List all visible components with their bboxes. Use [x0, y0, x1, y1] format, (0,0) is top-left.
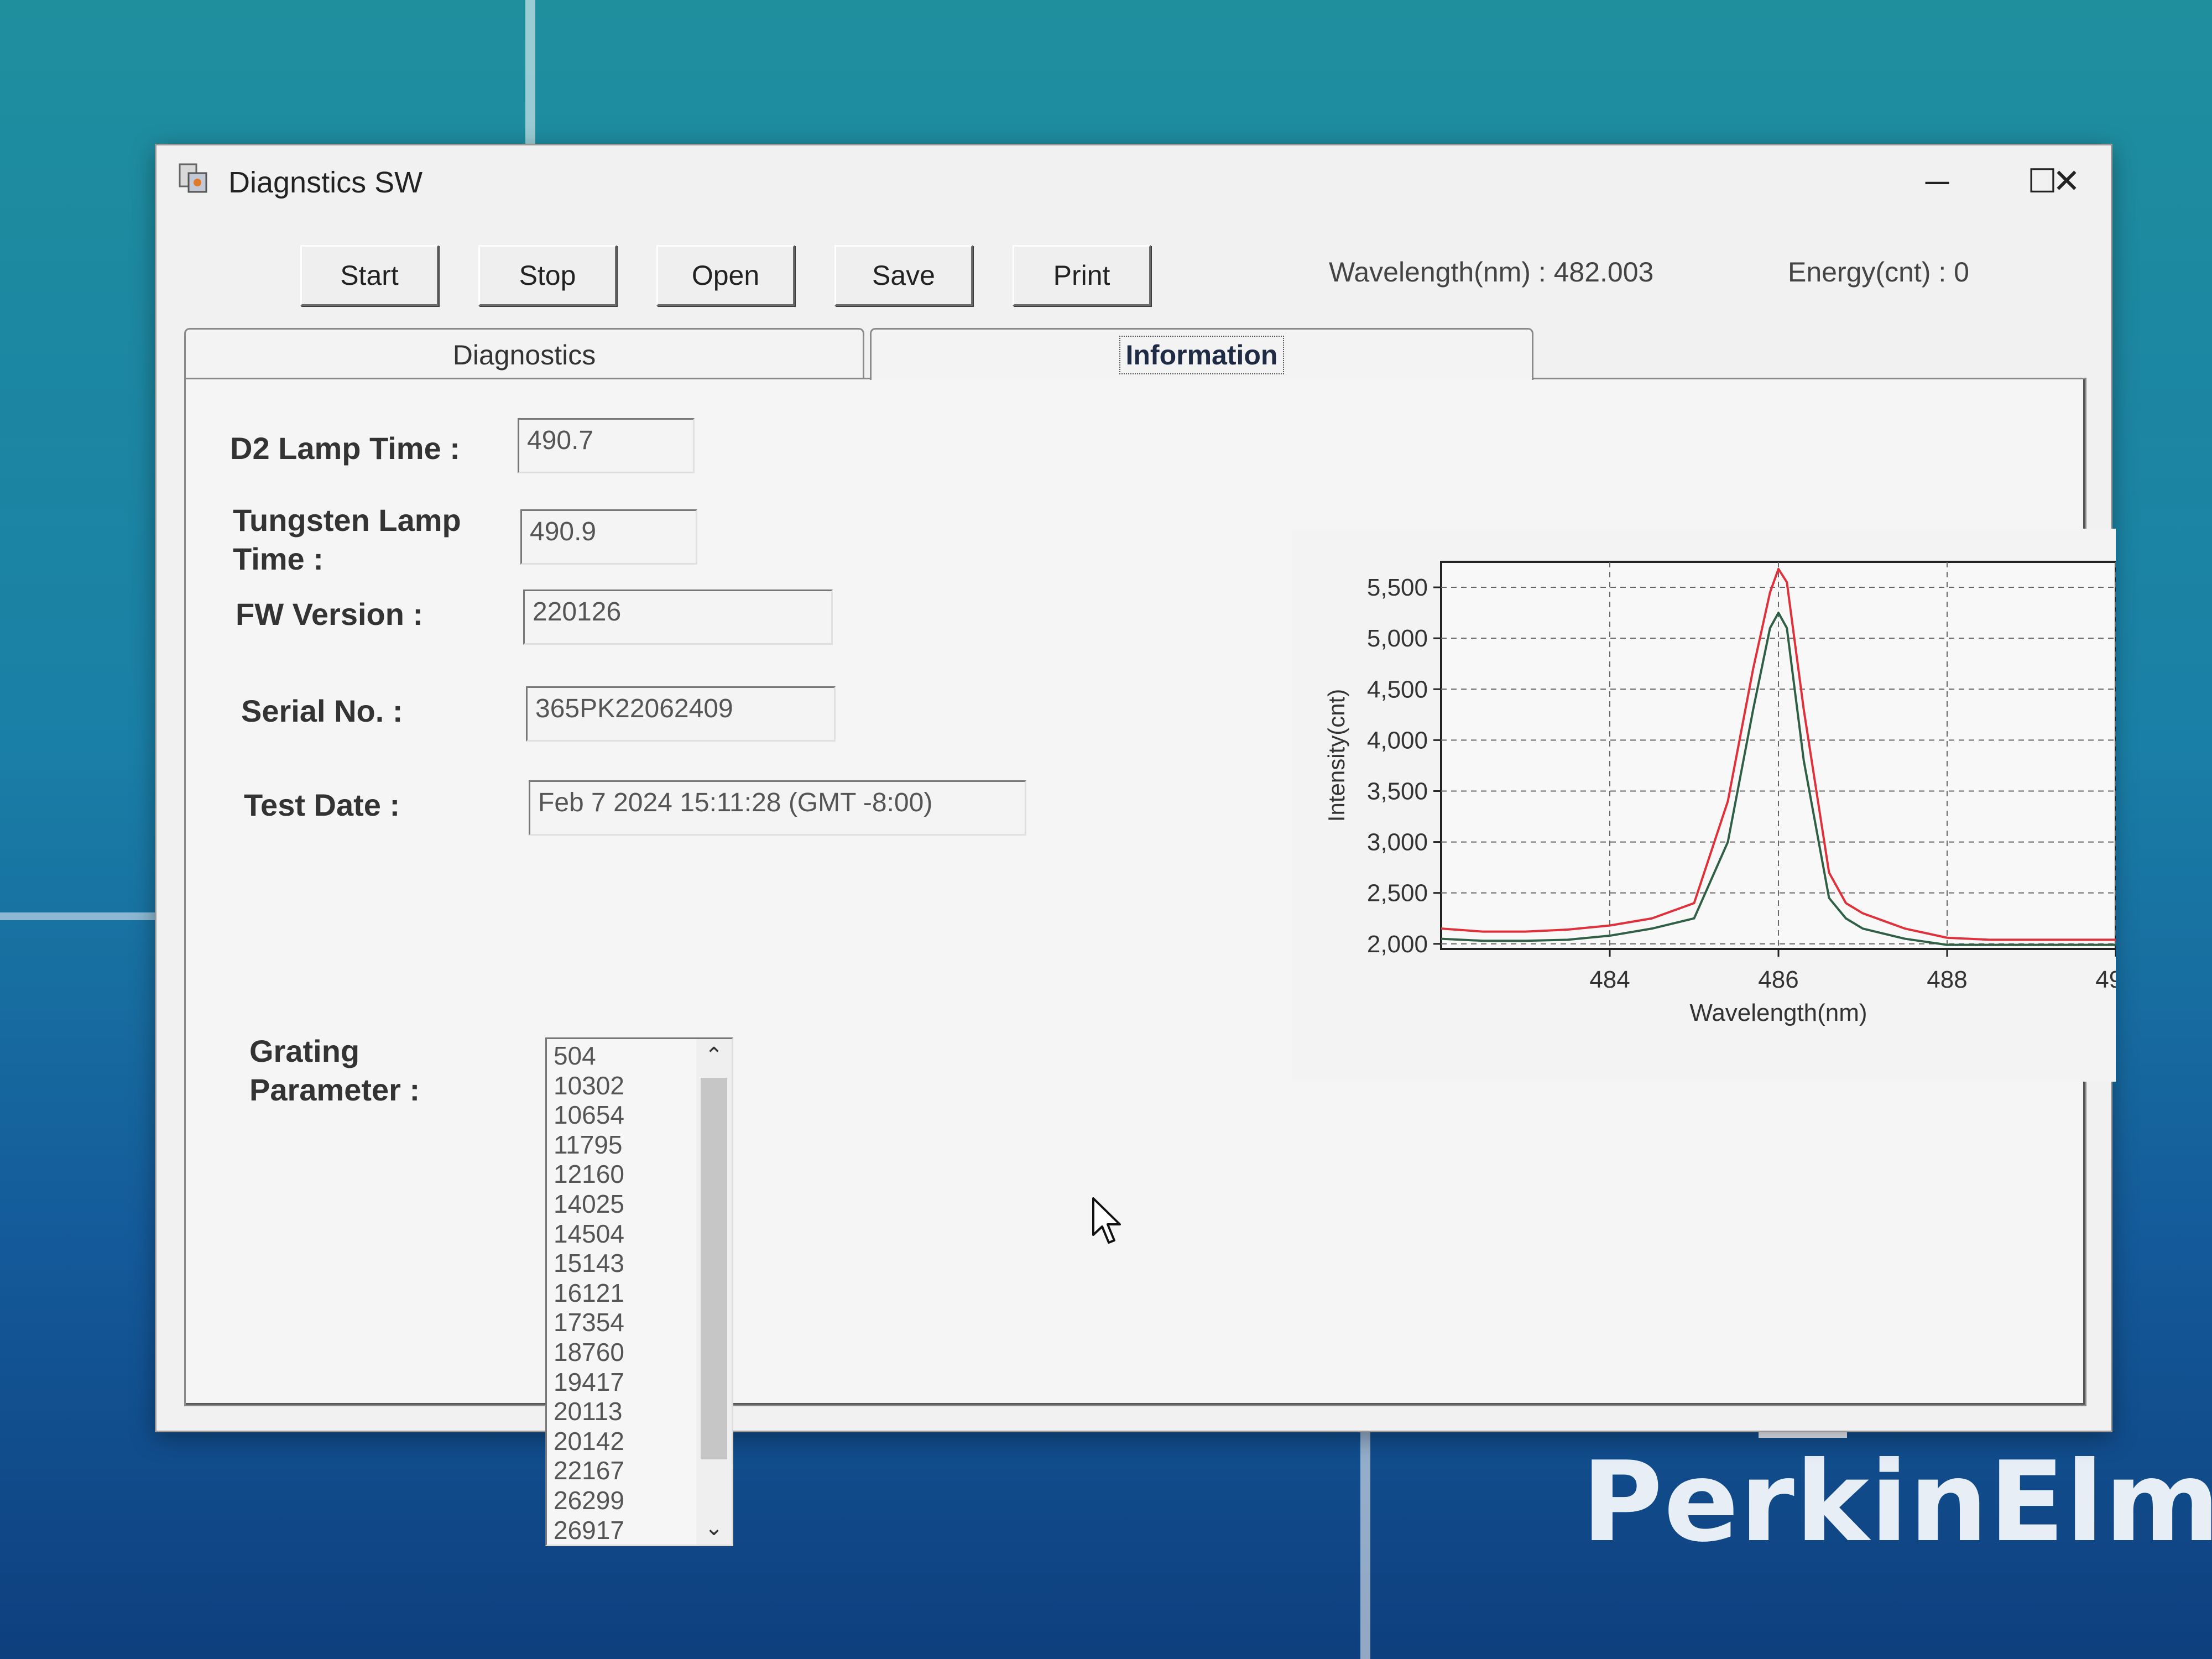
print-button[interactable]: Print	[1013, 245, 1151, 306]
desktop-divider	[525, 0, 535, 144]
information-panel: D2 Lamp Time : 490.7 Tungsten Lamp Time …	[184, 378, 2116, 1546]
tab-diagnostics-label: Diagnostics	[452, 340, 596, 371]
title-bar[interactable]: Diagnstics SW ─ ☐ ✕	[156, 145, 2111, 206]
grating-list-item[interactable]: 22167	[554, 1456, 692, 1486]
grating-list-item[interactable]: 15143	[554, 1249, 692, 1279]
close-button[interactable]: ✕	[2033, 156, 2100, 206]
y-tick-label: 5,000	[1367, 625, 1428, 652]
grating-list-item[interactable]: 20142	[554, 1427, 692, 1457]
grating-list-item[interactable]: 14025	[554, 1190, 692, 1219]
tungsten-lamp-time-field[interactable]: 490.9	[520, 509, 697, 565]
y-tick-label: 2,500	[1367, 880, 1428, 907]
x-axis-label: Wavelength(nm)	[1689, 999, 1867, 1026]
grating-list-scrollbar[interactable]: ⌃ ⌄	[696, 1039, 732, 1545]
fw-version-field[interactable]: 220126	[523, 589, 833, 645]
serial-no-field[interactable]: 365PK22062409	[526, 686, 836, 742]
app-icon	[179, 163, 207, 193]
grating-list-item[interactable]: 17354	[554, 1308, 692, 1338]
stop-button[interactable]: Stop	[478, 245, 617, 306]
grating-list-item[interactable]: 26299	[554, 1486, 692, 1516]
grating-list-item[interactable]: 504	[554, 1041, 692, 1071]
tungsten-label-line-1: Tungsten Lamp	[233, 503, 461, 538]
grating-list-item[interactable]: 16121	[554, 1279, 692, 1308]
y-tick-label: 5,500	[1367, 574, 1428, 601]
scroll-down-icon[interactable]: ⌄	[696, 1511, 732, 1545]
grating-list-item[interactable]: 20113	[554, 1397, 692, 1427]
minimize-button[interactable]: ─	[1904, 156, 1970, 206]
grating-list-item[interactable]: 26917	[554, 1516, 692, 1545]
grating-list-item[interactable]: 19417	[554, 1368, 692, 1397]
brand-logo: PerkinElmer	[1582, 1438, 2212, 1567]
x-tick-label: 484	[1589, 966, 1630, 993]
scroll-up-icon[interactable]: ⌃	[696, 1039, 732, 1072]
grating-label-line-2: Parameter :	[249, 1072, 420, 1107]
fw-version-label: FW Version :	[236, 597, 424, 632]
y-axis-label: Intensity(cnt)	[1323, 689, 1349, 822]
tab-information[interactable]: Information	[870, 328, 1533, 380]
test-date-field[interactable]: Feb 7 2024 15:11:28 (GMT -8:00)	[529, 780, 1026, 836]
grating-list-item[interactable]: 10302	[554, 1071, 692, 1101]
y-tick-label: 4,500	[1367, 676, 1428, 703]
grating-list-item[interactable]: 14504	[554, 1219, 692, 1249]
tungsten-lamp-time-label: Tungsten Lamp Time :	[233, 501, 461, 578]
x-tick-label: 488	[1927, 966, 1967, 993]
serial-no-label: Serial No. :	[241, 693, 403, 728]
grating-list-item[interactable]: 12160	[554, 1160, 692, 1190]
grating-parameter-label: Grating Parameter :	[249, 1032, 420, 1109]
y-tick-label: 4,000	[1367, 727, 1428, 754]
d2-lamp-time-label: D2 Lamp Time :	[230, 431, 460, 466]
test-date-label: Test Date :	[244, 787, 400, 822]
x-tick-label: 486	[1758, 966, 1798, 993]
spectrum-chart-svg: 2,000 2,500 3,000 3,500 4,000 4,500 5,000 5,500…	[1323, 561, 2116, 1026]
mouse-pointer-icon	[1092, 1197, 1121, 1244]
open-button[interactable]: Open	[656, 245, 795, 306]
tungsten-label-line-2: Time :	[233, 541, 324, 576]
scroll-thumb[interactable]	[701, 1078, 727, 1459]
y-tick-label: 3,000	[1367, 829, 1428, 856]
wavelength-readout: Wavelength(nm) : 482.003	[1329, 257, 1654, 288]
y-tick-label: 3,500	[1367, 778, 1428, 805]
grating-list-item[interactable]: 18760	[554, 1338, 692, 1368]
start-button[interactable]: Start	[300, 245, 439, 306]
tab-diagnostics[interactable]: Diagnostics	[184, 328, 864, 380]
tab-information-label: Information	[1119, 335, 1285, 374]
desktop-divider	[0, 912, 155, 920]
d2-lamp-time-field[interactable]: 490.7	[518, 418, 695, 473]
desktop-divider	[1360, 1432, 1370, 1659]
grating-list-item[interactable]: 11795	[554, 1130, 692, 1160]
energy-readout: Energy(cnt) : 0	[1788, 257, 1969, 288]
grating-list-items: 504 10302 10654 11795 12160 14025 14504 15143 16…	[554, 1041, 692, 1545]
save-button[interactable]: Save	[834, 245, 973, 306]
grating-label-line-1: Grating	[249, 1034, 360, 1068]
grating-parameter-list[interactable]: 504 10302 10654 11795 12160 14025 14504 15143 16…	[545, 1037, 733, 1546]
y-tick-label: 2,000	[1367, 931, 1428, 958]
spectrum-chart: 2,000 2,500 3,000 3,500 4,000 4,500 5,000 5,500…	[1292, 529, 2116, 1082]
x-tick-label: 490	[2095, 966, 2116, 993]
window-title: Diagnstics SW	[228, 166, 423, 199]
diagnostics-window: Diagnstics SW ─ ☐ ✕ Start Stop Open Save…	[155, 144, 2116, 1546]
grating-list-item[interactable]: 10654	[554, 1100, 692, 1130]
